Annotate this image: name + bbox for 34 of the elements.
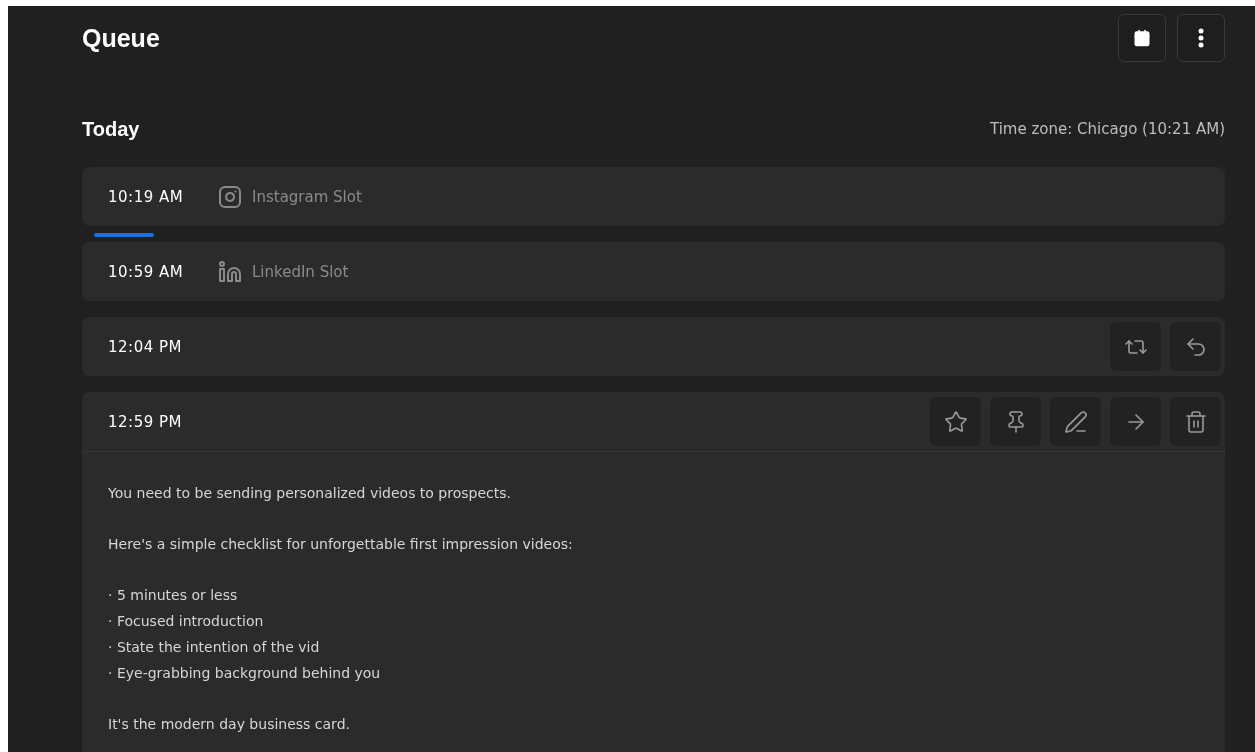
- post-card[interactable]: 12:04 PM: [82, 317, 1225, 376]
- star-button[interactable]: [930, 397, 981, 446]
- slot-card[interactable]: 10:59 AM LinkedIn Slot: [82, 242, 1225, 301]
- slot-time: 10:19 AM: [108, 187, 185, 206]
- reply-button[interactable]: [1170, 322, 1221, 371]
- delete-button[interactable]: [1170, 397, 1221, 446]
- post-text: · Focused introduction: [108, 612, 265, 631]
- slot-label: LinkedIn Slot: [252, 262, 349, 281]
- more-icon: [1198, 28, 1204, 48]
- section-title: Today: [82, 117, 140, 141]
- slot-time: 12:59 PM: [108, 412, 183, 431]
- post-text: · 5 minutes or less: [108, 586, 239, 605]
- time-zone: Time zone: Chicago (10:21 AM): [989, 120, 1225, 138]
- linkedin-icon: [218, 259, 242, 284]
- post-text: Here's a simple checklist for unforgettable first impression videos:: [108, 535, 574, 554]
- pencil-icon: [1063, 409, 1088, 434]
- page-title: Queue: [82, 23, 160, 53]
- trash-icon: [1183, 409, 1208, 434]
- menu-button[interactable]: [1177, 14, 1225, 62]
- calendar-button[interactable]: [1118, 14, 1166, 62]
- camera-icon: [218, 184, 242, 209]
- calendar-icon: [1133, 29, 1151, 47]
- move-button[interactable]: [1110, 397, 1161, 446]
- slot-time: 12:04 PM: [108, 337, 183, 356]
- slot-label: Instagram Slot: [252, 187, 362, 206]
- post-text: You need to be sending personalized videos to prospects.: [108, 484, 512, 503]
- post-text: · State the intention of the vid: [108, 638, 321, 657]
- star-icon: [943, 409, 968, 434]
- pin-button[interactable]: [990, 397, 1041, 446]
- post-text: · Eye-grabbing background behind you: [108, 664, 382, 683]
- edit-button[interactable]: [1050, 397, 1101, 446]
- slot-time: 10:59 AM: [108, 262, 185, 281]
- post-text: It's the modern day business card.: [108, 715, 351, 734]
- repost-button[interactable]: [1110, 322, 1161, 371]
